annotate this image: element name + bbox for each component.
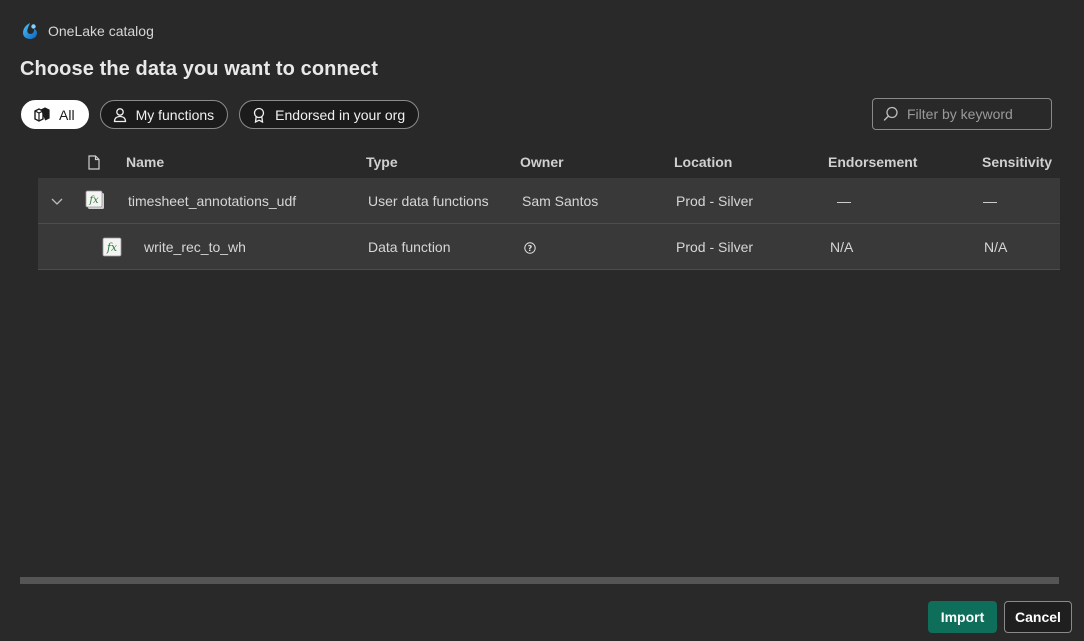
app-name: OneLake catalog [48,23,154,39]
row-name[interactable]: timesheet_annotations_udf [128,193,296,209]
row-location: Prod - Silver [676,193,754,209]
user-data-functions-icon: fx [85,190,104,209]
filter-all-label: All [59,106,75,123]
catalog-table: Name Type Owner Location Endorsement Sen… [38,146,1060,270]
svg-text:?: ? [528,244,533,253]
row-sensitivity: N/A [984,239,1008,255]
filter-endorsed-label: Endorsed in your org [275,106,406,123]
filter-pills: All My functions Endorsed in your org [21,100,420,129]
dialog-header: OneLake catalog [21,22,154,40]
column-header-location[interactable]: Location [674,154,732,170]
row-location: Prod - Silver [676,239,754,255]
cubes-icon [34,106,50,122]
filter-keyword-input[interactable] [907,106,1037,122]
column-header-endorsement[interactable]: Endorsement [828,154,917,170]
table-header: Name Type Owner Location Endorsement Sen… [38,146,1060,178]
row-sensitivity: — [983,193,997,209]
page-title: Choose the data you want to connect [20,58,378,80]
table-row[interactable]: fx write_rec_to_wh Data function ? Prod … [38,224,1060,270]
svg-text:fx: fx [88,195,99,206]
filter-my-functions-button[interactable]: My functions [99,100,229,129]
person-icon [113,107,126,122]
ribbon-icon [254,107,265,123]
horizontal-scrollbar[interactable] [20,577,1059,584]
column-header-owner[interactable]: Owner [520,154,564,170]
onelake-catalog-dialog: OneLake catalog Choose the data you want… [0,0,1084,641]
svg-text:fx: fx [106,241,118,254]
column-header-name[interactable]: Name [126,154,164,170]
cancel-button[interactable]: Cancel [1004,601,1072,633]
filter-endorsed-button[interactable]: Endorsed in your org [239,100,420,129]
row-endorsement: — [837,193,851,209]
filter-my-functions-label: My functions [135,106,215,123]
row-endorsement: N/A [830,239,854,255]
chevron-down-icon[interactable] [50,194,64,208]
search-box [872,98,1052,130]
filter-all-button[interactable]: All [21,100,89,129]
data-function-icon: fx [102,237,122,257]
search-icon [883,106,898,121]
row-owner: Sam Santos [522,193,599,209]
column-header-type[interactable]: Type [366,154,398,170]
row-type: Data function [368,239,451,255]
onelake-logo-icon [23,23,37,39]
column-header-sensitivity[interactable]: Sensitivity [982,154,1052,170]
import-button[interactable]: Import [928,601,997,633]
row-name[interactable]: write_rec_to_wh [144,239,246,255]
unknown-owner-icon: ? [524,242,536,254]
file-icon [88,155,100,170]
table-row[interactable]: fx timesheet_annotations_udf User data f… [38,178,1060,224]
row-type: User data functions [368,193,489,209]
